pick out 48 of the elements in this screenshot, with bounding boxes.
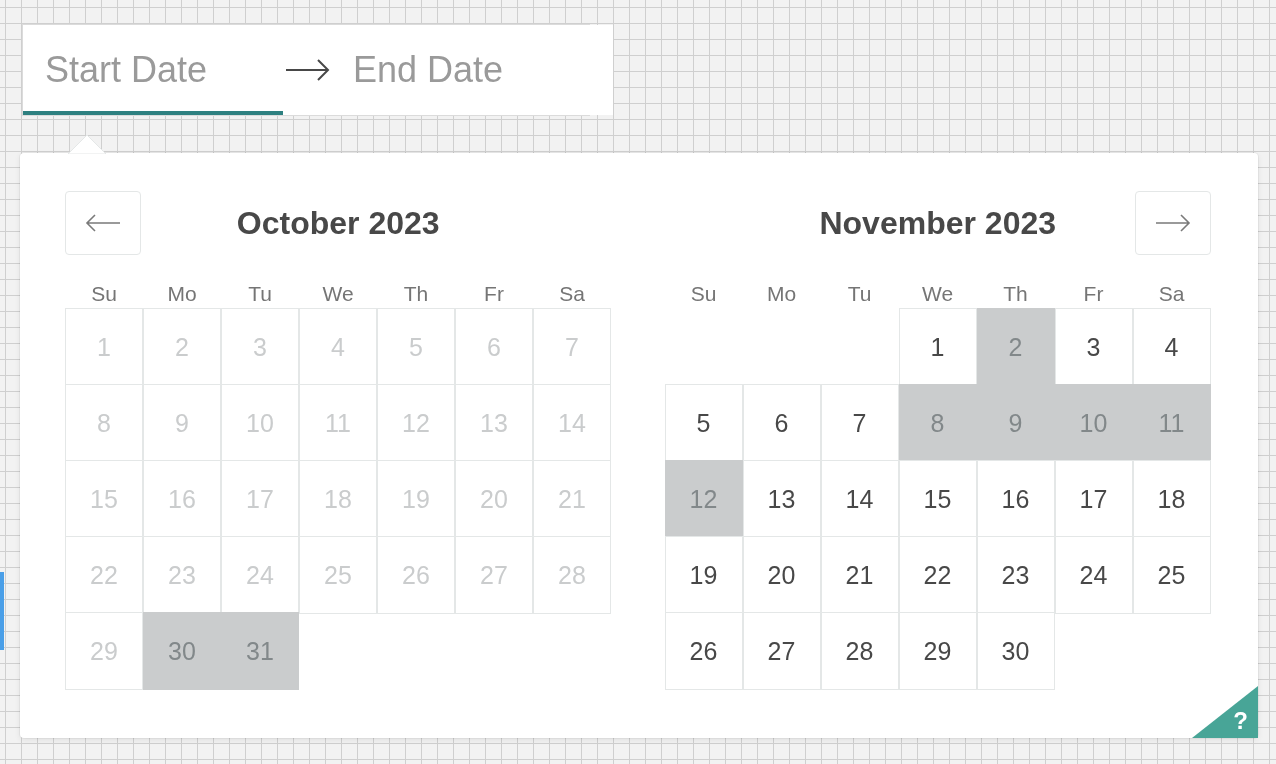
day-cell[interactable]: 4: [1132, 308, 1211, 386]
day-cell[interactable]: 1: [898, 308, 977, 386]
day-cell: 30: [143, 612, 221, 690]
day-cell[interactable]: 29: [898, 612, 977, 690]
day-cell[interactable]: 13: [742, 460, 821, 538]
weekday-label: Fr: [483, 281, 505, 307]
previous-month-button[interactable]: [65, 191, 141, 255]
weekday-label: Su: [90, 281, 118, 307]
weekday-label: We: [321, 281, 355, 307]
weekday-label: Mo: [765, 281, 798, 307]
day-cell[interactable]: 5: [664, 384, 743, 462]
day-cell[interactable]: 18: [1132, 460, 1211, 538]
weekday-label: Tu: [247, 281, 273, 307]
weekday-label: Sa: [558, 281, 586, 307]
month-title: November 2023: [818, 204, 1058, 242]
weekday-label: We: [920, 281, 955, 307]
day-cell[interactable]: 3: [1054, 308, 1133, 386]
month-title: October 2023: [235, 204, 441, 242]
day-cell[interactable]: 21: [820, 536, 899, 614]
weekday-label: Mo: [166, 281, 198, 307]
weekday-label: Tu: [846, 281, 873, 307]
arrow-right-icon: [285, 58, 331, 82]
weekday-label: Th: [1002, 281, 1029, 307]
weekday-label: Fr: [1082, 281, 1105, 307]
day-cell[interactable]: 30: [976, 612, 1055, 690]
day-cell[interactable]: 15: [898, 460, 977, 538]
day-cell[interactable]: 27: [742, 612, 821, 690]
day-cell[interactable]: 23: [976, 536, 1055, 614]
day-cell[interactable]: 6: [742, 384, 821, 462]
weekday-label: Sa: [1157, 281, 1186, 307]
day-cell[interactable]: 28: [820, 612, 899, 690]
weekday-label: Th: [402, 281, 430, 307]
day-cell[interactable]: 20: [742, 536, 821, 614]
day-cell[interactable]: 7: [820, 384, 899, 462]
day-cell[interactable]: 19: [664, 536, 743, 614]
next-month-button[interactable]: [1135, 191, 1211, 255]
day-cell[interactable]: 17: [1054, 460, 1133, 538]
day-cell[interactable]: 16: [976, 460, 1055, 538]
day-cell[interactable]: 22: [898, 536, 977, 614]
day-cell[interactable]: 26: [664, 612, 743, 690]
arrow-right-icon: [1155, 214, 1191, 232]
weekday-label: Su: [689, 281, 718, 307]
arrow-left-icon: [85, 214, 121, 232]
end-date-input[interactable]: End Date: [353, 25, 613, 115]
day-cell: 31: [221, 612, 299, 690]
day-cell[interactable]: 24: [1054, 536, 1133, 614]
day-cell[interactable]: 25: [1132, 536, 1211, 614]
day-cell[interactable]: 14: [820, 460, 899, 538]
